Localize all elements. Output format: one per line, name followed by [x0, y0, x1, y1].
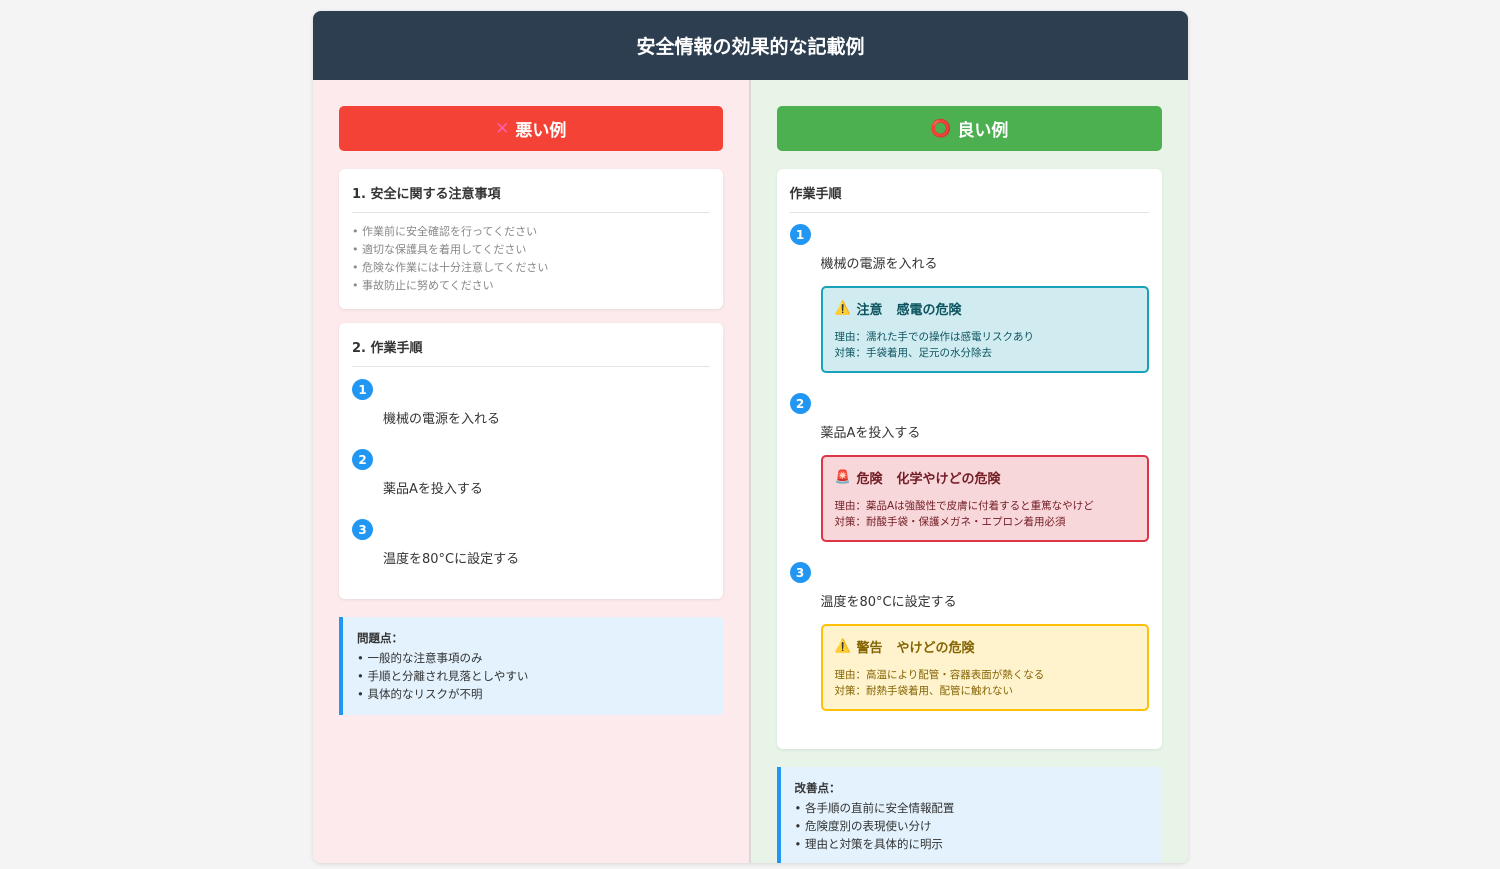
step-text: 薬品Aを投入する [820, 426, 921, 441]
improvements-note: 改善点： • 各手順の直前に安全情報配置 • 危険度別の表現使い分け • 理由と… [776, 767, 1162, 863]
step-number-badge: 3 [352, 519, 373, 540]
safety-notes-list: • 作業前に安全確認を行ってください • 適切な保護具を着用してください • 危… [352, 223, 710, 295]
caution-alert: ⚠️ 注意 感電の危険 理由：濡れた手での操作は感電リスクあり 対策：手袋着用、… [820, 286, 1149, 373]
alert-header: 🚨 危険 化学やけどの危険 [835, 468, 1136, 487]
step: 3 温度を80°Cに設定する [352, 519, 710, 569]
step: 1 機械の電源を入れる ⚠️ 注意 感電の危険 理由：濡れた手での操作は感電リス… [789, 224, 1149, 373]
step: 1 機械の電源を入れる [352, 379, 710, 429]
note-title: 問題点： [357, 631, 403, 645]
step-text: 薬品Aを投入する [383, 482, 483, 497]
list-item: • 作業前に安全確認を行ってください [352, 225, 538, 238]
good-example-column: ⭕ 良い例 作業手順 1 機械の電源を入れる ⚠️ 注意 感電の危険 理由：濡れ… [750, 80, 1188, 863]
warning-icon: ⚠️ [834, 301, 851, 316]
note-list: • 一般的な注意事項のみ • 手順と分離され見落としやすい • 具体的なリスクが… [357, 649, 710, 703]
alert-level: 注意 [856, 303, 883, 318]
list-item: • 具体的なリスクが不明 [357, 687, 483, 701]
alert-reason: 理由：高温により配管・容器表面が熱くなる [834, 669, 1045, 681]
good-example-label: 良い例 [957, 121, 1009, 141]
alert-hazard: やけどの危険 [896, 641, 975, 656]
step-number-badge: 2 [352, 449, 373, 470]
warning-icon: ⚠️ [834, 639, 851, 654]
step-number-badge: 3 [789, 562, 811, 583]
good-example-banner: ⭕ 良い例 [776, 106, 1162, 151]
danger-alert: 🚨 危険 化学やけどの危険 理由：薬品Aは強酸性で皮膚に付着すると重篤なやけど … [820, 455, 1149, 542]
list-item: • 危険度別の表現使い分け [794, 819, 932, 833]
card-title: 作業手順 [789, 183, 1149, 213]
note-title: 改善点： [794, 781, 841, 795]
bad-example-column: ✕ 悪い例 1. 安全に関する注意事項 • 作業前に安全確認を行ってください •… [313, 80, 751, 863]
alert-measure: 対策：耐酸手袋・保護メガネ・エプロン着用必須 [834, 516, 1066, 528]
note-list: • 各手順の直前に安全情報配置 • 危険度別の表現使い分け • 理由と対策を具体… [795, 799, 1150, 853]
alert-measure: 対策：手袋着用、足元の水分除去 [834, 347, 993, 359]
step-text: 温度を80°Cに設定する [820, 595, 957, 610]
good-procedure-card: 作業手順 1 機械の電源を入れる ⚠️ 注意 感電の危険 理由：濡れた手での操作… [776, 169, 1162, 749]
step-number-badge: 2 [789, 393, 811, 414]
warning-alert: ⚠️ 警告 やけどの危険 理由：高温により配管・容器表面が熱くなる 対策：耐熱手… [820, 624, 1149, 711]
alert-reason: 理由：濡れた手での操作は感電リスクあり [834, 331, 1035, 343]
step-number-badge: 1 [352, 379, 373, 400]
step-text: 機械の電源を入れる [383, 412, 501, 427]
step: 3 温度を80°Cに設定する ⚠️ 警告 やけどの危険 理由：高温により配管・容… [789, 562, 1149, 711]
problems-note: 問題点： • 一般的な注意事項のみ • 手順と分離され見落としやすい • 具体的… [339, 617, 723, 715]
cross-icon: ✕ [495, 118, 510, 139]
alert-hazard: 感電の危険 [896, 303, 962, 318]
list-item: • 各手順の直前に安全情報配置 [794, 801, 955, 815]
step-number-badge: 1 [789, 224, 811, 245]
list-item: • 一般的な注意事項のみ [357, 651, 483, 665]
comparison-panel: 安全情報の効果的な記載例 ✕ 悪い例 1. 安全に関する注意事項 • 作業前に安… [313, 11, 1188, 863]
card-title: 1. 安全に関する注意事項 [352, 183, 710, 213]
alert-level: 危険 [856, 472, 883, 487]
step-text: 温度を80°Cに設定する [383, 552, 520, 567]
bad-procedure-card: 2. 作業手順 1 機械の電源を入れる 2 薬品Aを投入する 3 温度を80°C… [339, 323, 723, 599]
step: 2 薬品Aを投入する 🚨 危険 化学やけどの危険 理由：薬品Aは強酸性で皮膚に付… [789, 393, 1149, 542]
alert-header: ⚠️ 警告 やけどの危険 [835, 637, 1136, 656]
alert-reason: 理由：薬品Aは強酸性で皮膚に付着すると重篤なやけど [834, 500, 1094, 512]
page-title: 安全情報の効果的な記載例 [313, 11, 1188, 80]
bad-example-label: 悪い例 [515, 121, 567, 141]
list-item: • 手順と分離され見落としやすい [357, 669, 529, 683]
alert-hazard: 化学やけどの危険 [896, 472, 1001, 487]
step-text: 機械の電源を入れる [820, 257, 938, 272]
safety-notes-card: 1. 安全に関する注意事項 • 作業前に安全確認を行ってください • 適切な保護… [339, 169, 723, 309]
siren-icon: 🚨 [834, 470, 851, 485]
columns: ✕ 悪い例 1. 安全に関する注意事項 • 作業前に安全確認を行ってください •… [313, 80, 1188, 863]
list-item: • 理由と対策を具体的に明示 [794, 837, 943, 851]
circle-icon: ⭕ [930, 118, 952, 139]
alert-level: 警告 [856, 641, 883, 656]
list-item: • 事故防止に努めてください [352, 279, 494, 292]
bad-example-banner: ✕ 悪い例 [339, 106, 723, 151]
list-item: • 危険な作業には十分注意してください [352, 261, 549, 274]
list-item: • 適切な保護具を着用してください [352, 243, 527, 256]
alert-measure: 対策：耐熱手袋着用、配管に触れない [834, 685, 1014, 697]
alert-header: ⚠️ 注意 感電の危険 [835, 299, 1136, 318]
step: 2 薬品Aを投入する [352, 449, 710, 499]
card-title: 2. 作業手順 [352, 337, 710, 367]
